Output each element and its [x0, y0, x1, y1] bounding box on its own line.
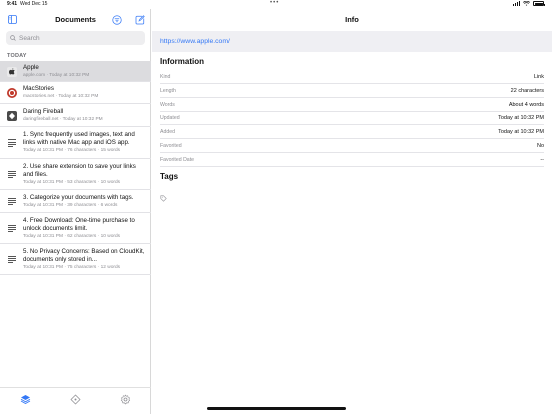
- info-row-favorited: Favorited No: [160, 139, 544, 153]
- info-row-updated: Updated Today at 10:32 PM: [160, 111, 544, 125]
- info-key: Favorited Date: [160, 156, 195, 163]
- info-value: Link: [533, 73, 544, 80]
- info-key: Favorited: [160, 142, 182, 149]
- url-bar[interactable]: https://www.apple.com/: [152, 31, 552, 52]
- tab-bar: [0, 387, 151, 414]
- home-indicator[interactable]: [207, 407, 346, 410]
- info-key: Words: [160, 101, 175, 108]
- text-lines-icon: [7, 224, 17, 234]
- sidebar-title: Documents: [55, 15, 96, 24]
- info-key: Length: [160, 87, 176, 94]
- info-row-favorited-date: Favorited Date --: [160, 153, 544, 167]
- list-item-title: 2. Use share extension to save your link…: [23, 162, 136, 178]
- macstories-icon: [7, 88, 17, 98]
- info-key: Kind: [160, 73, 171, 80]
- filter-icon[interactable]: [111, 14, 123, 25]
- list-item[interactable]: 5. No Privacy Concerns: Based on CloudKi…: [0, 244, 151, 275]
- list-item[interactable]: Daring Fireball daringfireball.net · Tod…: [0, 104, 151, 127]
- info-row-words: Words About 4 words: [160, 98, 544, 112]
- cellular-signal-icon: [513, 1, 520, 6]
- list-item-meta: Today at 10:31 PM · 62 characters · 10 w…: [23, 233, 121, 239]
- search-icon: [10, 35, 16, 41]
- info-row-kind: Kind Link: [160, 70, 544, 84]
- apple-icon: [7, 66, 17, 77]
- information-heading: Information: [160, 57, 204, 66]
- status-bar: 9:41 Wed Dec 15 •••: [0, 0, 552, 9]
- multitasking-dots[interactable]: •••: [270, 0, 279, 6]
- list-item-meta: Today at 10:31 PM · 53 characters · 10 w…: [23, 179, 121, 185]
- list-item-meta: apple.com · Today at 10:32 PM: [23, 72, 90, 78]
- url-link[interactable]: https://www.apple.com/: [160, 38, 230, 45]
- list-item-title: MacStories: [23, 85, 54, 92]
- text-lines-icon: [7, 255, 17, 265]
- list-item-meta: Today at 10:31 PM · 76 characters · 15 w…: [23, 148, 121, 153]
- list-item-meta: Today at 10:31 PM · 75 characters · 12 w…: [23, 264, 121, 270]
- layers-icon: [20, 394, 30, 404]
- detail-pane: Info https://www.apple.com/ Information …: [152, 9, 552, 414]
- add-tag-icon[interactable]: [160, 189, 168, 202]
- info-row-added: Added Today at 10:32 PM: [160, 125, 544, 139]
- list-item-title: Apple: [23, 63, 39, 71]
- list-item-meta: macstories.net · Today at 10:32 PM: [23, 94, 99, 99]
- list-item[interactable]: MacStories macstories.net · Today at 10:…: [0, 82, 151, 104]
- tab-tags[interactable]: [68, 392, 82, 406]
- info-value: Today at 10:32 PM: [498, 128, 544, 135]
- list-item[interactable]: 2. Use share extension to save your link…: [0, 159, 151, 190]
- list-item[interactable]: 1. Sync frequently used images, text and…: [0, 127, 151, 159]
- tags-heading: Tags: [160, 172, 179, 181]
- info-key: Added: [160, 128, 176, 135]
- list-item[interactable]: Apple apple.com · Today at 10:32 PM: [0, 61, 151, 82]
- wifi-icon: [523, 1, 530, 6]
- list-item-meta: Today at 10:31 PM · 39 characters · 6 wo…: [23, 202, 118, 208]
- list-item[interactable]: 3. Categorize your documents with tags. …: [0, 190, 151, 213]
- list-item-title: 4. Free Download: One-time purchase to u…: [23, 216, 135, 232]
- info-value: 22 characters: [510, 87, 544, 94]
- text-lines-icon: [7, 170, 17, 180]
- list-item[interactable]: 4. Free Download: One-time purchase to u…: [0, 213, 151, 244]
- list-item-title: 3. Categorize your documents with tags.: [23, 193, 134, 201]
- battery-icon: [533, 1, 545, 6]
- status-time: 9:41: [7, 1, 18, 7]
- info-row-length: Length 22 characters: [160, 84, 544, 98]
- info-value: No: [536, 142, 544, 149]
- page-title: Info: [345, 15, 359, 24]
- list-item-title: 1. Sync frequently used images, text and…: [23, 131, 135, 146]
- list-item-title: 5. No Privacy Concerns: Based on CloudKi…: [23, 247, 145, 263]
- sidebar: Documents TODAY Apple apple.com · Today …: [0, 9, 151, 414]
- status-indicators: [513, 1, 545, 6]
- search-input[interactable]: [19, 34, 139, 42]
- list-item-title: Daring Fireball: [23, 107, 64, 115]
- tab-settings[interactable]: [118, 392, 132, 406]
- status-date: Wed Dec 15: [20, 1, 48, 7]
- compose-icon[interactable]: [134, 14, 146, 25]
- text-lines-icon: [7, 138, 17, 148]
- daring-fireball-icon: [7, 110, 17, 121]
- info-value: About 4 words: [508, 101, 544, 108]
- sidebar-header: Documents: [0, 9, 150, 31]
- text-lines-icon: [7, 197, 17, 207]
- list-item-meta: daringfireball.net · Today at 10:32 PM: [23, 116, 103, 122]
- section-header-today: TODAY: [7, 53, 27, 59]
- search-field[interactable]: [6, 31, 145, 45]
- tag-diamond-icon: [69, 393, 81, 405]
- info-key: Updated: [160, 114, 180, 121]
- document-list: Apple apple.com · Today at 10:32 PM MacS…: [0, 61, 151, 275]
- gear-icon: [120, 394, 130, 404]
- info-value: --: [540, 156, 544, 163]
- tab-documents[interactable]: [18, 392, 32, 406]
- info-value: Today at 10:32 PM: [498, 114, 544, 121]
